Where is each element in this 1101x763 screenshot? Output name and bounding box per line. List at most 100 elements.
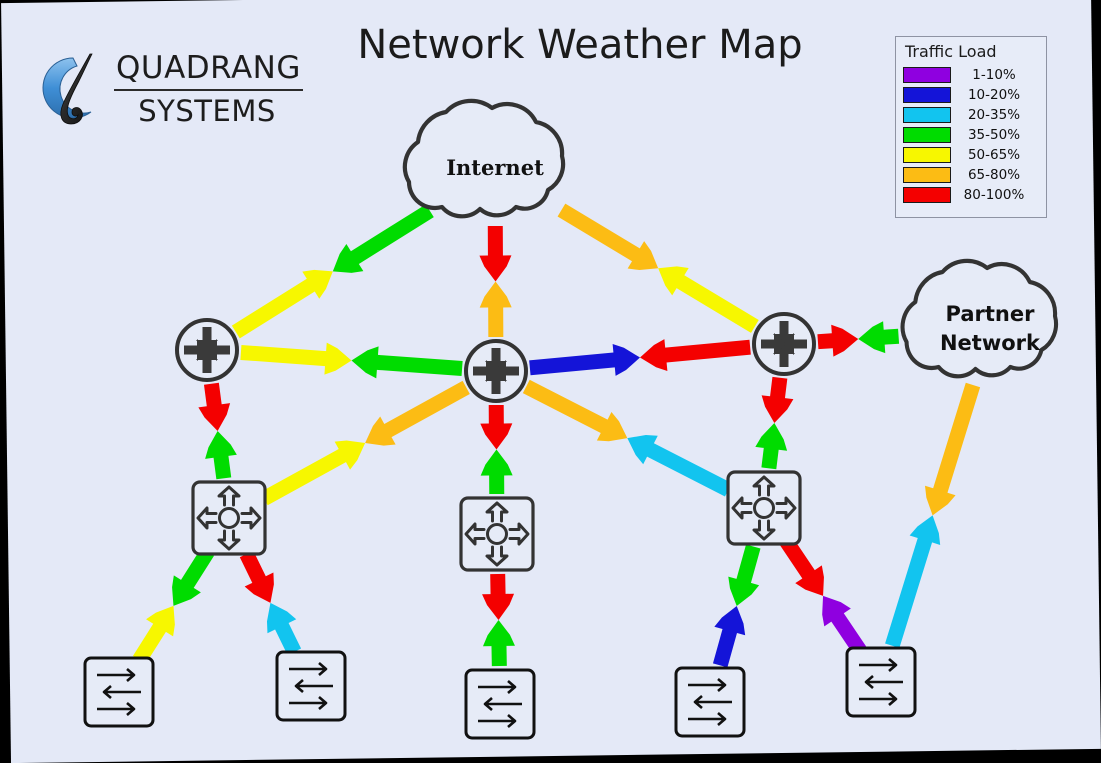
legend-item-label: 50-65% — [967, 146, 1021, 163]
link-arrow-outbound — [198, 382, 231, 432]
network-link[interactable] — [780, 537, 867, 655]
router-node[interactable] — [752, 312, 816, 376]
page-title: Network Weather Map — [357, 22, 803, 68]
legend-color-swatch — [903, 166, 951, 183]
network-link[interactable] — [239, 550, 302, 656]
link-arrow-outbound — [365, 380, 470, 446]
legend-item: 80-100% — [903, 185, 1039, 204]
legend-item-label: 35-50% — [967, 126, 1021, 143]
link-arrow-outbound — [780, 537, 824, 596]
network-link[interactable] — [529, 339, 751, 376]
company-logo: QUADRANG SYSTEMS — [36, 48, 306, 134]
legend-title: Traffic Load — [905, 42, 997, 61]
router-node[interactable] — [464, 339, 528, 403]
network-link[interactable] — [132, 547, 214, 664]
legend-color-swatch — [903, 86, 951, 103]
link-arrow-inbound — [712, 605, 746, 668]
network-link[interactable] — [198, 382, 237, 480]
router-node[interactable] — [175, 318, 239, 382]
access-switch-node[interactable] — [275, 650, 347, 722]
link-arrow-inbound — [817, 324, 859, 357]
access-switch-node[interactable] — [83, 656, 155, 728]
partner-network-cloud-node[interactable] — [900, 258, 1059, 379]
link-arrow-inbound — [132, 605, 175, 664]
link-arrow-outbound — [728, 544, 761, 606]
legend-item: 1-10% — [903, 65, 1039, 84]
link-arrow-inbound — [627, 435, 732, 497]
legend-item: 20-35% — [903, 105, 1039, 124]
legend-item-label: 65-80% — [967, 166, 1021, 183]
link-arrow-inbound — [482, 620, 515, 667]
network-weather-map-page: Network Weather Map QUADRANG SYSTEMS Tra… — [0, 0, 1101, 763]
link-arrow-inbound — [640, 339, 751, 371]
switch-body — [726, 470, 802, 546]
legend-color-swatch — [903, 126, 951, 143]
link-arrow-inbound — [755, 423, 788, 470]
traffic-load-legend: Traffic Load 1-10% 10-20% 20-35% 35-50% 50-6… — [895, 36, 1047, 218]
internet-cloud-node[interactable] — [402, 98, 566, 219]
network-link[interactable] — [522, 379, 732, 497]
cloud-shape — [402, 98, 566, 219]
multilayer-switch-node[interactable] — [726, 470, 802, 546]
multilayer-switch-node[interactable] — [459, 496, 535, 572]
legend-rows: 1-10% 10-20% 20-35% 35-50% 50-65% 65-80% 80-10… — [903, 65, 1039, 204]
legend-color-swatch — [903, 106, 951, 123]
link-arrow-inbound — [822, 595, 867, 655]
network-link[interactable] — [260, 380, 470, 506]
network-link[interactable] — [231, 204, 434, 339]
legend-color-swatch — [903, 146, 951, 163]
network-link[interactable] — [480, 404, 513, 495]
network-link[interactable] — [479, 225, 512, 338]
link-arrow-outbound — [529, 344, 640, 376]
link-arrow-inbound — [479, 281, 512, 338]
links-layer — [132, 203, 981, 668]
link-arrow-inbound — [480, 449, 513, 495]
map-stage: Network Weather Map QUADRANG SYSTEMS Tra… — [0, 0, 1101, 752]
network-link[interactable] — [817, 321, 900, 357]
link-arrow-inbound — [240, 342, 352, 375]
network-link[interactable] — [712, 544, 761, 668]
legend-item: 65-80% — [903, 165, 1039, 184]
legend-item: 50-65% — [903, 145, 1039, 164]
cloud-shape — [900, 258, 1059, 379]
link-arrow-outbound — [239, 550, 274, 603]
network-link[interactable] — [482, 573, 515, 667]
legend-color-swatch — [903, 66, 951, 83]
link-arrow-inbound — [266, 602, 302, 656]
legend-item: 35-50% — [903, 125, 1039, 144]
switch-body — [459, 496, 535, 572]
network-link[interactable] — [885, 382, 981, 648]
access-switch-node[interactable] — [845, 646, 917, 718]
link-arrow-inbound — [260, 440, 366, 506]
link-arrow-inbound — [231, 269, 333, 339]
link-arrow-outbound — [925, 382, 981, 516]
logo-wordmark-secondary: SYSTEMS — [138, 94, 276, 128]
legend-item-label: 1-10% — [972, 66, 1016, 83]
access-switch-node[interactable] — [674, 666, 746, 738]
network-link[interactable] — [557, 203, 759, 333]
link-arrow-outbound — [761, 376, 794, 424]
network-link[interactable] — [755, 376, 794, 470]
link-arrow-outbound — [172, 547, 214, 606]
link-arrow-inbound — [885, 515, 941, 648]
logo-wordmark-primary: QUADRANG — [114, 48, 303, 91]
link-arrow-outbound — [480, 404, 513, 450]
access-switch-node[interactable] — [464, 668, 536, 740]
link-arrow-inbound — [658, 266, 759, 333]
legend-item-label: 20-35% — [967, 106, 1021, 123]
link-arrow-outbound — [858, 321, 900, 354]
network-link[interactable] — [240, 342, 463, 379]
legend-item-label: 80-100% — [963, 186, 1025, 203]
legend-item: 10-20% — [903, 85, 1039, 104]
quadrang-logo-icon — [42, 53, 93, 125]
multilayer-switch-node[interactable] — [191, 480, 267, 556]
link-arrow-outbound — [557, 203, 659, 271]
switch-body — [191, 480, 267, 556]
link-arrow-outbound — [522, 379, 628, 442]
legend-color-swatch — [903, 186, 951, 203]
link-arrow-outbound — [332, 204, 434, 273]
link-arrow-outbound — [479, 225, 512, 282]
link-arrow-outbound — [351, 346, 463, 379]
link-arrow-inbound — [205, 431, 237, 480]
link-arrow-outbound — [482, 573, 515, 620]
